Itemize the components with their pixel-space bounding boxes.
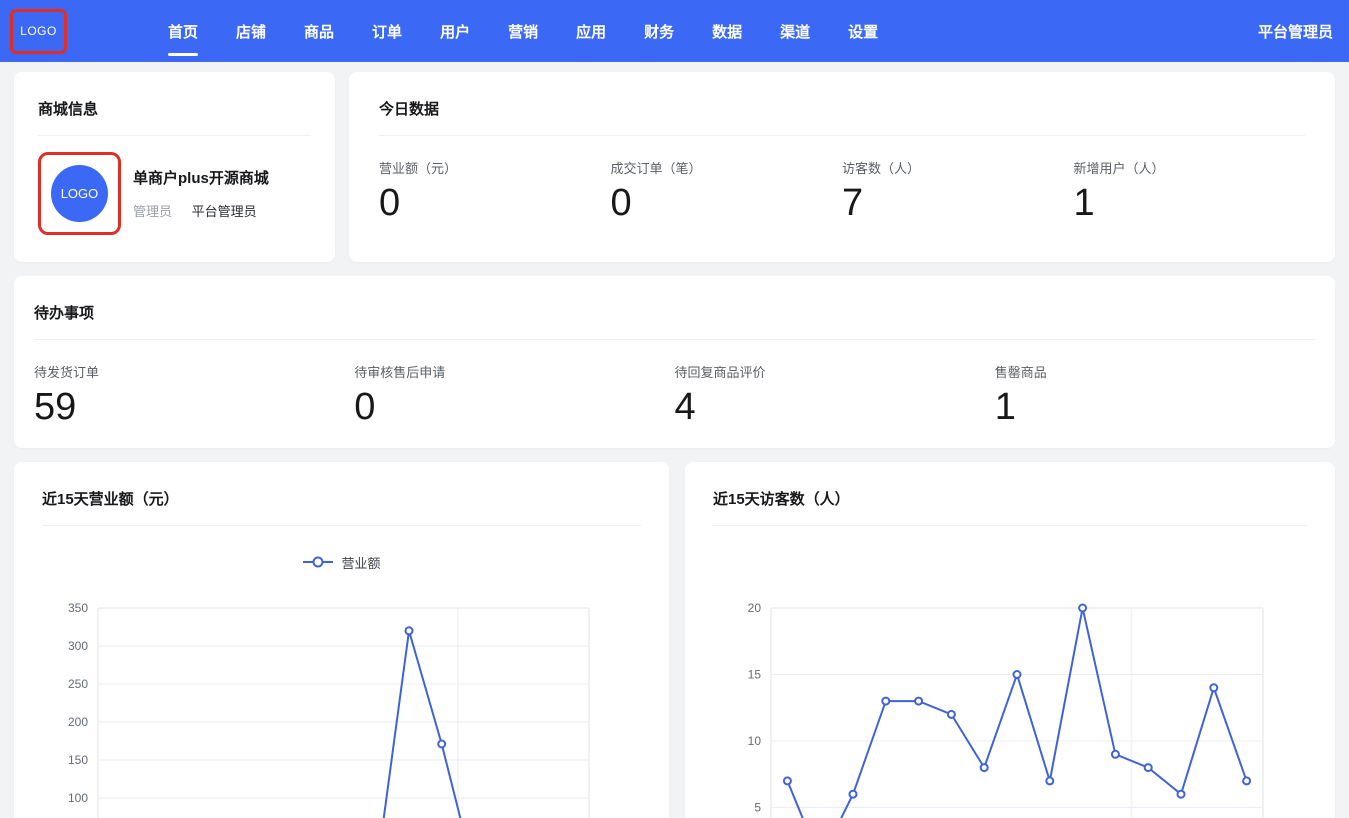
dashboard-content: 商城信息 LOGO 单商户plus开源商城 管理员 平台管理员 今日数据 bbox=[0, 62, 1349, 818]
stat-pending-delivery[interactable]: 待发货订单 59 bbox=[34, 362, 354, 428]
stat-new-users: 新增用户（人） 1 bbox=[1074, 158, 1306, 224]
stat-visitors: 访客数（人） 7 bbox=[842, 158, 1074, 224]
nav-item-apps[interactable]: 应用 bbox=[557, 0, 625, 62]
today-stats-row: 营业额（元） 0 成交订单（笔） 0 访客数（人） 7 新增用户（人） 1 bbox=[379, 158, 1305, 224]
nav-item-label: 用户 bbox=[440, 21, 470, 42]
stat-value: 7 bbox=[842, 184, 1074, 224]
logo-text: LOGO bbox=[20, 24, 57, 38]
nav-item-label: 营销 bbox=[508, 21, 538, 42]
svg-text:20: 20 bbox=[748, 601, 762, 615]
nav-item-label: 应用 bbox=[576, 21, 606, 42]
mall-info-card: 商城信息 LOGO 单商户plus开源商城 管理员 平台管理员 bbox=[14, 72, 335, 262]
role-label: 管理员 bbox=[133, 204, 172, 219]
navbar-logo annotation-box[interactable]: LOGO bbox=[10, 9, 67, 54]
svg-text:350: 350 bbox=[68, 601, 88, 615]
mall-name: 单商户plus开源商城 bbox=[133, 167, 269, 188]
stat-value: 0 bbox=[354, 388, 674, 428]
mall-text: 单商户plus开源商城 管理员 平台管理员 bbox=[133, 167, 269, 220]
stat-completed-orders: 成交订单（笔） 0 bbox=[611, 158, 843, 224]
nav-item-label: 首页 bbox=[168, 21, 198, 42]
nav-item-home[interactable]: 首页 bbox=[149, 0, 217, 62]
stat-soldout-goods[interactable]: 售罄商品 1 bbox=[995, 362, 1315, 428]
stat-label: 成交订单（笔） bbox=[611, 158, 843, 177]
active-tab-underline bbox=[168, 53, 198, 56]
nav-item-channel[interactable]: 渠道 bbox=[761, 0, 829, 62]
stat-value: 0 bbox=[611, 184, 843, 224]
stat-label: 售罄商品 bbox=[995, 362, 1315, 381]
nav-item-label: 商品 bbox=[304, 21, 334, 42]
today-data-card: 今日数据 营业额（元） 0 成交订单（笔） 0 访客数（人） 7 新增用户（人）… bbox=[349, 72, 1335, 262]
todo-card: 待办事项 待发货订单 59 待审核售后申请 0 待回复商品评价 4 售罄商品 1 bbox=[14, 276, 1335, 448]
nav-item-goods[interactable]: 商品 bbox=[285, 0, 353, 62]
svg-text:15: 15 bbox=[748, 668, 762, 682]
stat-turnover: 营业额（元） 0 bbox=[379, 158, 611, 224]
nav-item-orders[interactable]: 订单 bbox=[353, 0, 421, 62]
visitors-chart-card: 近15天访客数（人） 05101520 bbox=[685, 462, 1335, 818]
nav-item-label: 渠道 bbox=[780, 21, 810, 42]
nav-item-settings[interactable]: 设置 bbox=[829, 0, 897, 62]
svg-text:250: 250 bbox=[68, 677, 88, 691]
svg-text:150: 150 bbox=[68, 753, 88, 767]
stat-value: 0 bbox=[379, 184, 611, 224]
stat-label: 待发货订单 bbox=[34, 362, 354, 381]
divider bbox=[379, 135, 1305, 136]
svg-text:100: 100 bbox=[68, 791, 88, 805]
nav-item-label: 数据 bbox=[712, 21, 742, 42]
svg-text:10: 10 bbox=[748, 734, 762, 748]
nav-item-label: 设置 bbox=[848, 21, 878, 42]
svg-text:200: 200 bbox=[68, 715, 88, 729]
stat-value: 1 bbox=[995, 388, 1315, 428]
divider bbox=[38, 135, 311, 136]
nav-item-users[interactable]: 用户 bbox=[421, 0, 489, 62]
svg-text:5: 5 bbox=[754, 801, 761, 815]
nav-item-label: 店铺 bbox=[236, 21, 266, 42]
nav-item-label: 财务 bbox=[644, 21, 674, 42]
stat-pending-aftersale[interactable]: 待审核售后申请 0 bbox=[354, 362, 674, 428]
card-title: 商城信息 bbox=[38, 72, 311, 119]
nav-item-finance[interactable]: 财务 bbox=[625, 0, 693, 62]
avatar-text: LOGO bbox=[61, 186, 99, 201]
svg-text:300: 300 bbox=[68, 639, 88, 653]
annotation-box: LOGO bbox=[38, 152, 121, 235]
nav-item-marketing[interactable]: 营销 bbox=[489, 0, 557, 62]
divider bbox=[34, 339, 1315, 340]
top-navbar: LOGO 首页 店铺 商品 订单 用户 营销 应用 财务 数据 渠道 设置 平台… bbox=[0, 0, 1349, 62]
nav-item-store[interactable]: 店铺 bbox=[217, 0, 285, 62]
card-title: 今日数据 bbox=[379, 72, 1305, 119]
card-title: 待办事项 bbox=[34, 276, 1315, 323]
nav-item-data[interactable]: 数据 bbox=[693, 0, 761, 62]
stat-value: 59 bbox=[34, 388, 354, 428]
turnover-chart-card: 近15天营业额（元） 营业额 050100150200250300350 bbox=[14, 462, 669, 818]
main-nav: 首页 店铺 商品 订单 用户 营销 应用 财务 数据 渠道 设置 bbox=[149, 0, 897, 62]
stat-value: 4 bbox=[675, 388, 995, 428]
user-menu[interactable]: 平台管理员 bbox=[1258, 21, 1333, 42]
nav-item-label: 订单 bbox=[372, 21, 402, 42]
stat-label: 营业额（元） bbox=[379, 158, 611, 177]
role-value: 平台管理员 bbox=[192, 204, 257, 219]
mall-logo-avatar[interactable]: LOGO bbox=[51, 165, 108, 222]
stat-pending-reviews[interactable]: 待回复商品评价 4 bbox=[675, 362, 995, 428]
stat-label: 新增用户（人） bbox=[1074, 158, 1306, 177]
todo-stats-row: 待发货订单 59 待审核售后申请 0 待回复商品评价 4 售罄商品 1 bbox=[34, 362, 1315, 428]
stat-label: 待回复商品评价 bbox=[675, 362, 995, 381]
turnover-line-chart: 050100150200250300350 bbox=[14, 462, 669, 818]
mall-roles: 管理员 平台管理员 bbox=[133, 201, 269, 220]
mall-info-row: LOGO 单商户plus开源商城 管理员 平台管理员 bbox=[38, 152, 311, 235]
stat-value: 1 bbox=[1074, 184, 1306, 224]
stat-label: 访客数（人） bbox=[842, 158, 1074, 177]
visitors-line-chart: 05101520 bbox=[685, 462, 1335, 818]
stat-label: 待审核售后申请 bbox=[354, 362, 674, 381]
